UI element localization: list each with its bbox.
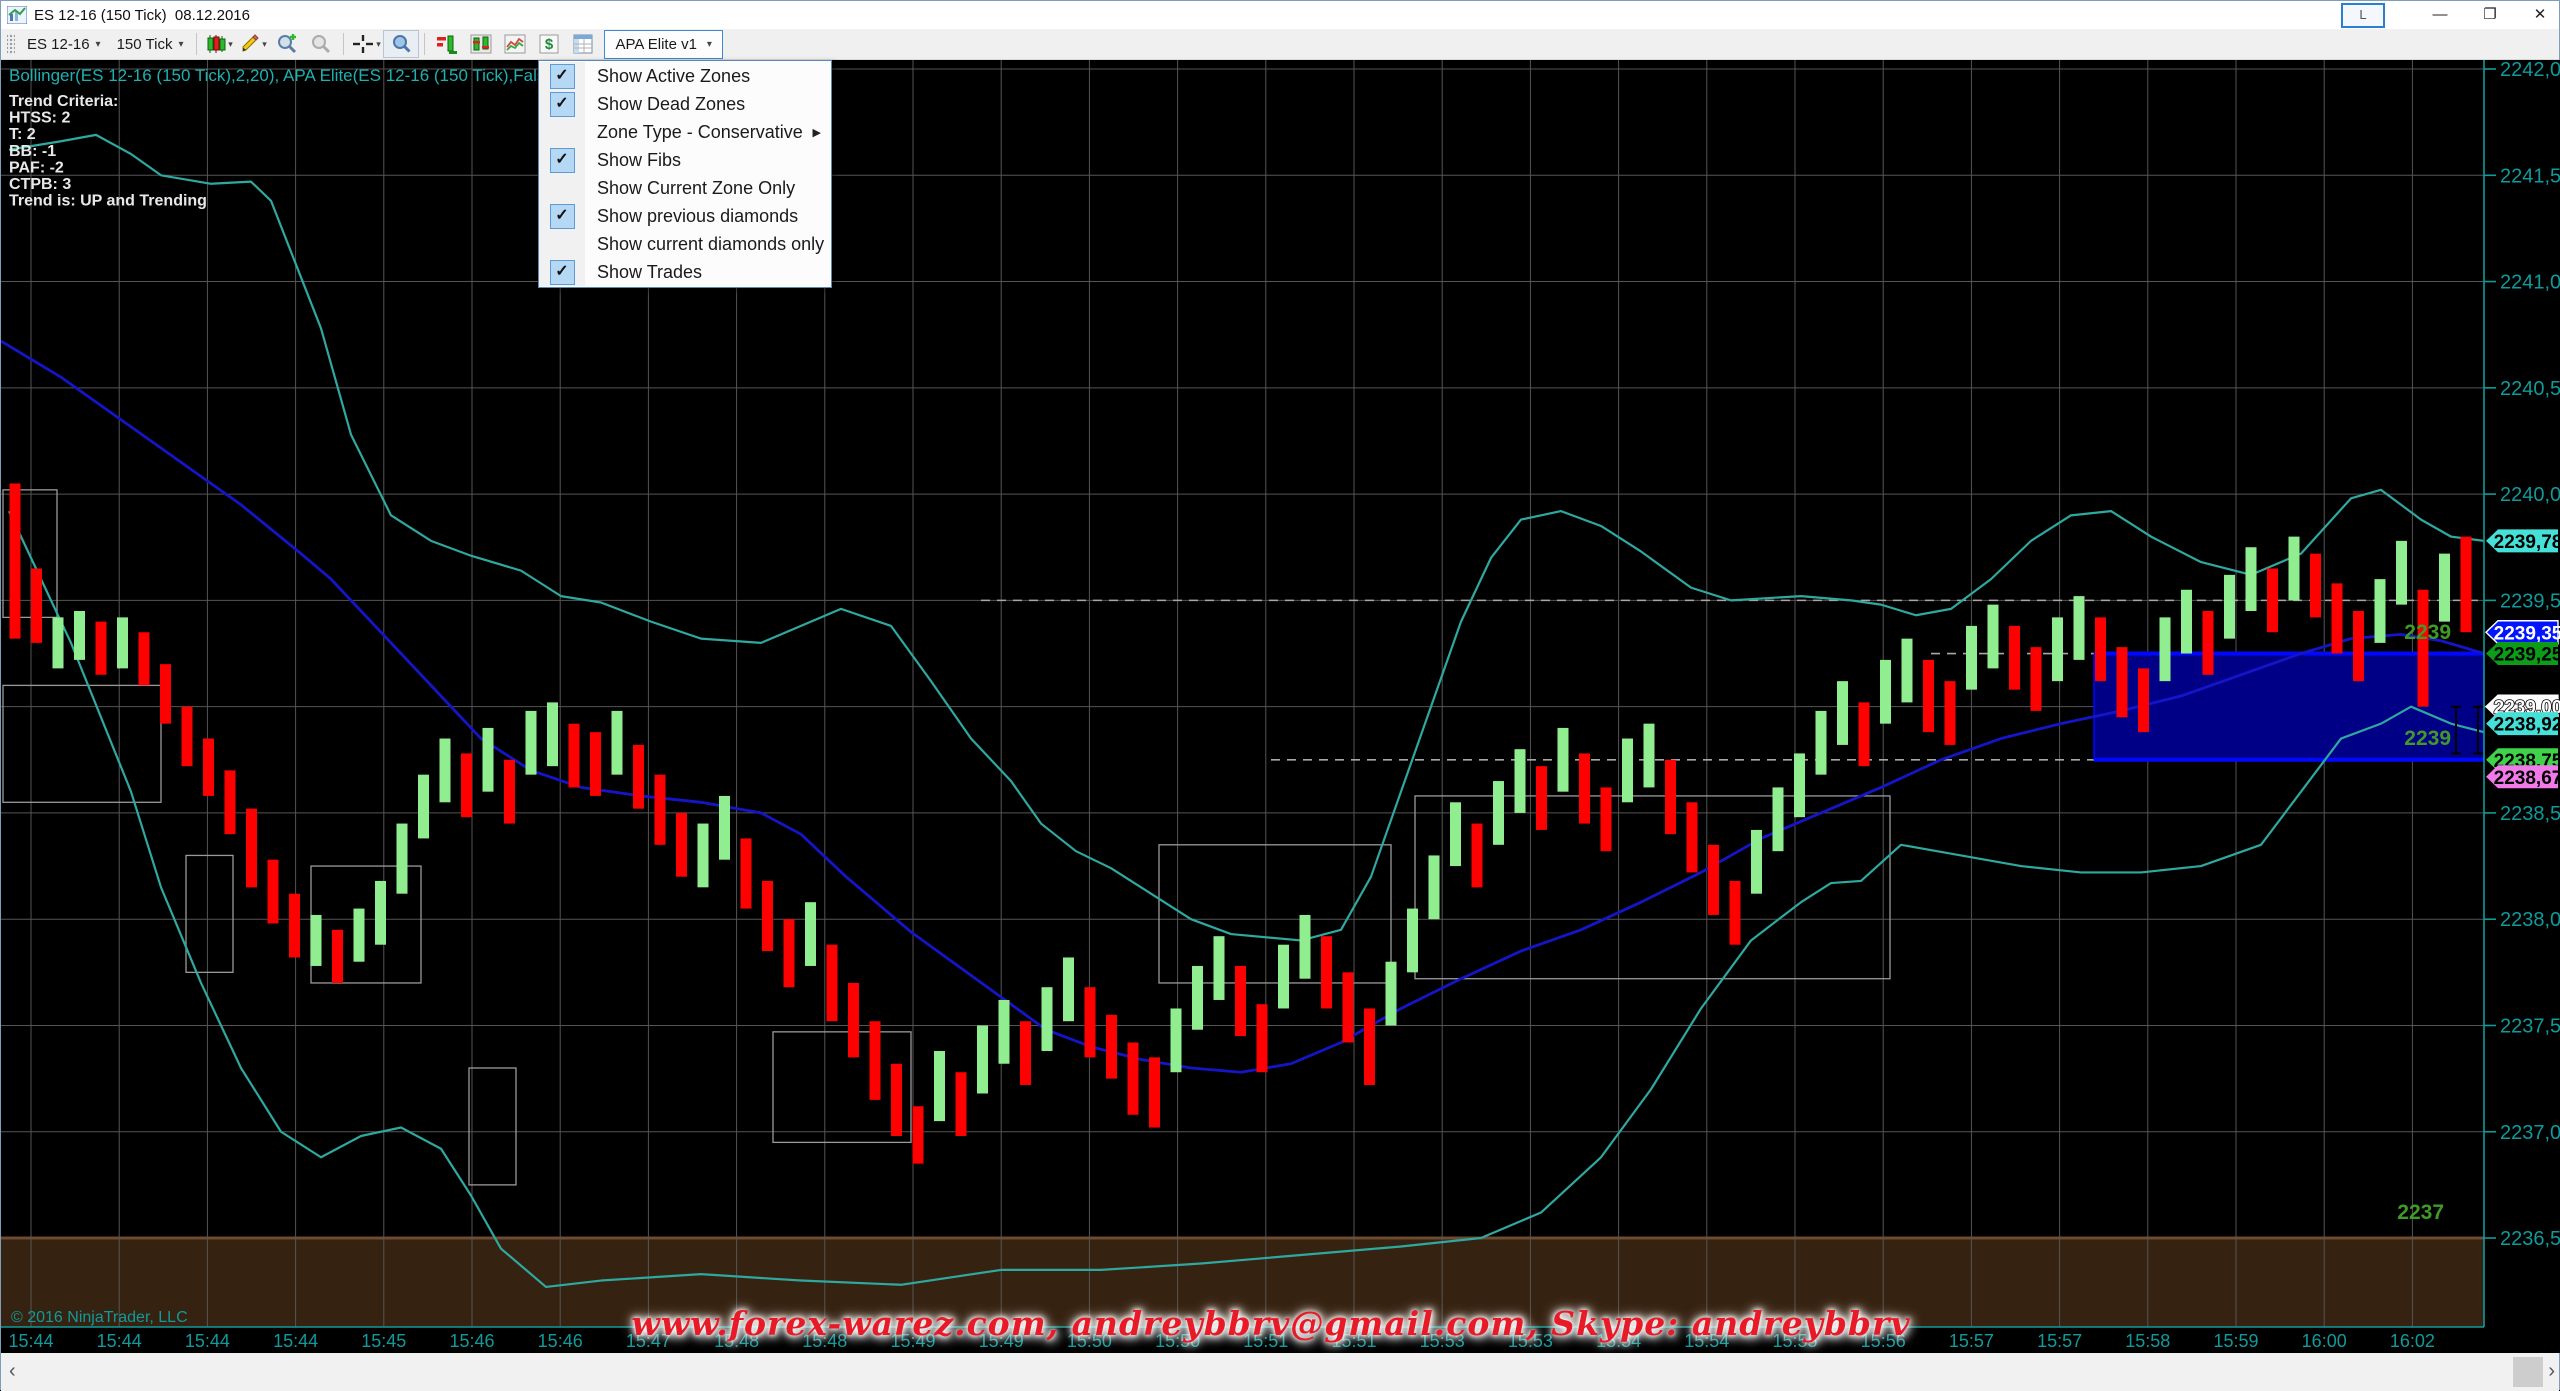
watermark-text: www.forex-warez.com, andreybbrv@gmail.co… <box>621 1304 1921 1343</box>
svg-text:CTPB: 3: CTPB: 3 <box>9 176 71 193</box>
horizontal-scrollbar[interactable]: ‹ › <box>1 1353 2559 1391</box>
svg-text:2237,50: 2237,50 <box>2500 1015 2560 1037</box>
svg-text:2237: 2237 <box>2397 1201 2444 1224</box>
svg-text:2239,50: 2239,50 <box>2500 590 2560 612</box>
svg-text:15:46: 15:46 <box>449 1331 494 1351</box>
svg-text:HTSS: 2: HTSS: 2 <box>9 110 70 127</box>
menu-item-show-previous-diamonds[interactable]: ✓ Show previous diamonds <box>539 202 831 230</box>
menu-check-gutter <box>539 118 585 146</box>
svg-text:15:45: 15:45 <box>361 1331 406 1351</box>
menu-item-show-fibs[interactable]: ✓ Show Fibs <box>539 146 831 174</box>
chart-area[interactable]: 2239 2239 2237 2242,00 2241,50 2241,00 2240,50… <box>1 1 2560 1391</box>
svg-text:15:44: 15:44 <box>273 1331 318 1351</box>
svg-text:2239,78: 2239,78 <box>2494 532 2560 553</box>
chart-window: ES 12-16 (150 Tick) 08.12.2016 L — ❐ ✕ E… <box>0 0 2560 1390</box>
svg-text:2238,67: 2238,67 <box>2494 768 2560 789</box>
svg-text:2239: 2239 <box>2404 727 2451 750</box>
svg-text:Trend Criteria:: Trend Criteria: <box>9 93 118 110</box>
menu-item-show-current-zone-only[interactable]: Show Current Zone Only <box>539 174 831 202</box>
svg-text:2236,50: 2236,50 <box>2500 1228 2560 1250</box>
checkbox-checked-icon[interactable]: ✓ <box>550 260 575 285</box>
svg-text:2241,50: 2241,50 <box>2500 165 2560 187</box>
menu-item-zone-type-conservative[interactable]: Zone Type - Conservative ▶ <box>539 118 831 146</box>
menu-check-gutter: ✓ <box>539 146 585 174</box>
menu-item-show-active-zones[interactable]: ✓ Show Active Zones <box>539 62 831 90</box>
svg-text:2240,00: 2240,00 <box>2500 484 2560 506</box>
svg-text:PAF: -2: PAF: -2 <box>9 159 64 176</box>
svg-text:2237,00: 2237,00 <box>2500 1122 2560 1144</box>
strategy-menu: ✓ Show Active Zones ✓ Show Dead Zones Zone T… <box>538 60 832 288</box>
menu-check-gutter: ✓ <box>539 202 585 230</box>
menu-check-gutter <box>539 174 585 202</box>
menu-item-label: Show previous diamonds <box>585 206 798 227</box>
svg-text:BB: -1: BB: -1 <box>9 143 56 160</box>
menu-item-label: Show Active Zones <box>585 66 750 87</box>
scroll-left-icon[interactable]: ‹ <box>9 1360 16 1383</box>
copyright-label: © 2016 NinjaTrader, LLC <box>11 1309 188 1326</box>
svg-text:16:00: 16:00 <box>2302 1331 2347 1351</box>
svg-text:15:46: 15:46 <box>538 1331 583 1351</box>
svg-text:15:44: 15:44 <box>97 1331 142 1351</box>
svg-text:2242,00: 2242,00 <box>2500 59 2560 81</box>
svg-text:15:57: 15:57 <box>2037 1331 2082 1351</box>
svg-text:2238,92: 2238,92 <box>2494 715 2560 736</box>
svg-text:15:58: 15:58 <box>2125 1331 2170 1351</box>
checkbox-checked-icon[interactable]: ✓ <box>550 204 575 229</box>
svg-text:2239,35: 2239,35 <box>2494 623 2560 644</box>
menu-item-label: Show Current Zone Only <box>585 178 795 199</box>
checkbox-checked-icon[interactable]: ✓ <box>550 148 575 173</box>
svg-text:15:44: 15:44 <box>185 1331 230 1351</box>
svg-text:15:59: 15:59 <box>2213 1331 2258 1351</box>
svg-text:2238,50: 2238,50 <box>2500 803 2560 825</box>
menu-check-gutter: ✓ <box>539 258 585 286</box>
checkbox-checked-icon[interactable]: ✓ <box>550 64 575 89</box>
svg-text:2239: 2239 <box>2404 621 2451 644</box>
svg-text:16:02: 16:02 <box>2390 1331 2435 1351</box>
svg-text:T: 2: T: 2 <box>9 126 36 143</box>
menu-item-show-trades[interactable]: ✓ Show Trades <box>539 258 831 286</box>
menu-item-label: Show Trades <box>585 262 702 283</box>
svg-text:Trend is: UP and Trending: Trend is: UP and Trending <box>9 193 207 210</box>
menu-check-gutter: ✓ <box>539 62 585 90</box>
svg-text:15:57: 15:57 <box>1949 1331 1994 1351</box>
menu-check-gutter: ✓ <box>539 90 585 118</box>
scroll-right-icon[interactable]: › <box>2548 1360 2555 1383</box>
menu-item-show-dead-zones[interactable]: ✓ Show Dead Zones <box>539 90 831 118</box>
svg-text:2240,50: 2240,50 <box>2500 378 2560 400</box>
scrollbar-thumb[interactable] <box>2513 1357 2543 1387</box>
svg-text:2241,00: 2241,00 <box>2500 272 2560 294</box>
menu-item-label: Zone Type - Conservative <box>585 122 803 143</box>
svg-text:2239,25: 2239,25 <box>2494 645 2560 666</box>
svg-text:2238,00: 2238,00 <box>2500 909 2560 931</box>
menu-item-label: Show current diamonds only <box>585 234 824 255</box>
menu-check-gutter <box>539 230 585 258</box>
checkbox-checked-icon[interactable]: ✓ <box>550 92 575 117</box>
submenu-arrow-icon: ▶ <box>813 126 821 139</box>
menu-item-label: Show Dead Zones <box>585 94 745 115</box>
svg-text:15:44: 15:44 <box>8 1331 53 1351</box>
menu-item-label: Show Fibs <box>585 150 681 171</box>
menu-item-show-current-diamonds-only[interactable]: Show current diamonds only <box>539 230 831 258</box>
